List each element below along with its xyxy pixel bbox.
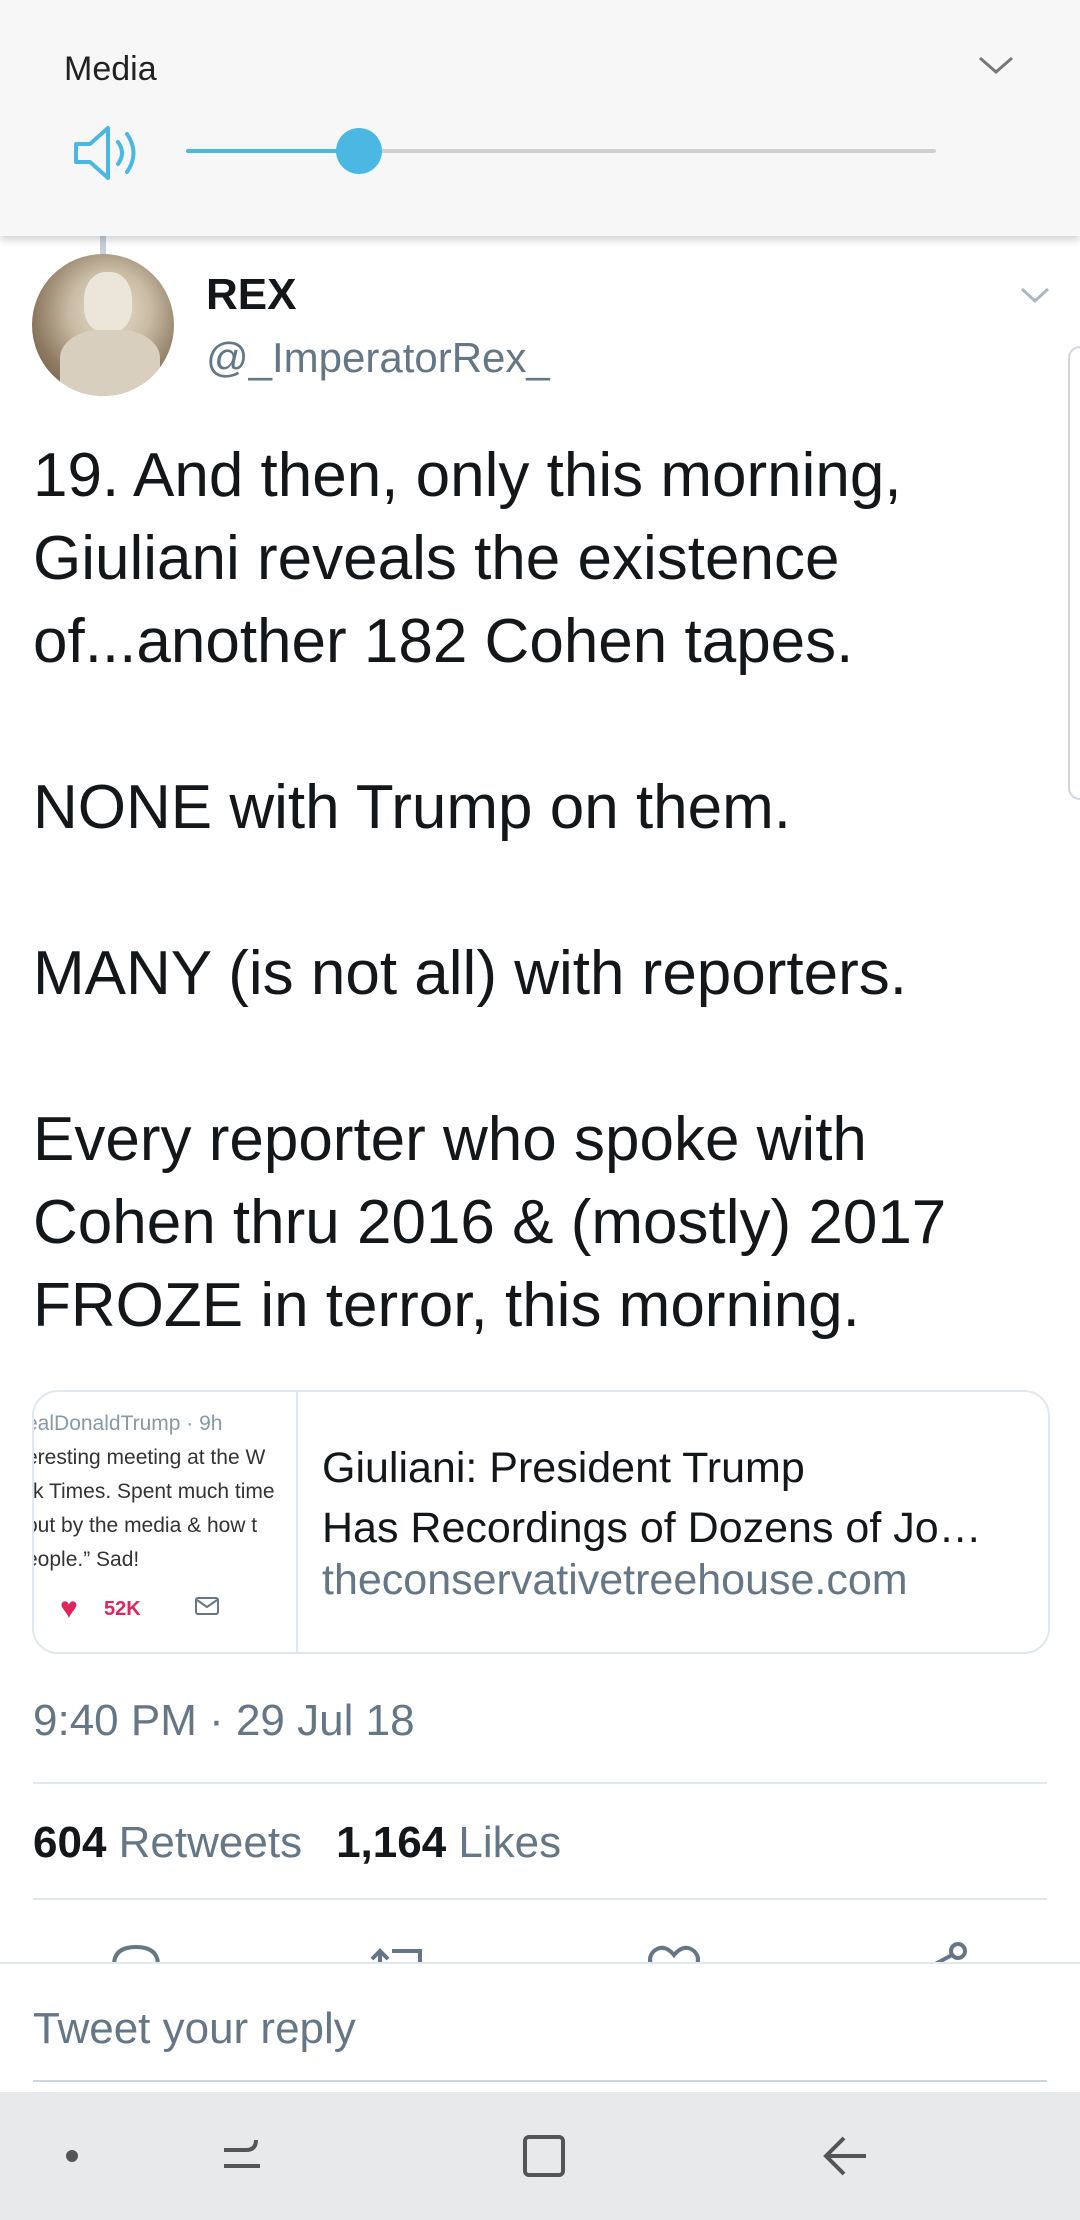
tweet-timestamp: 9:40 PM · 29 Jul 18	[33, 1696, 415, 1745]
mail-icon	[195, 1597, 219, 1615]
edge-panel-handle[interactable]	[1068, 346, 1080, 800]
thread-connector-line	[100, 236, 106, 254]
retweets-stat[interactable]: 604 Retweets	[33, 1818, 302, 1867]
volume-slider-thumb[interactable]	[335, 128, 382, 174]
heart-icon: ♥	[60, 1592, 78, 1625]
chevron-down-icon[interactable]	[976, 50, 1016, 80]
link-card-domain: theconservativetreehouse.com	[322, 1556, 908, 1604]
dot-icon[interactable]	[42, 2126, 102, 2186]
divider	[33, 1898, 1047, 1900]
thumbnail-text-line: eresting meeting at the W	[34, 1446, 266, 1469]
recent-apps-icon[interactable]	[212, 2126, 272, 2186]
share-icon[interactable]	[912, 1939, 972, 1963]
tweet-actions	[0, 1905, 1080, 1963]
media-volume-panel: Media	[0, 0, 1080, 236]
thumbnail-text-line: ealDonaldTrump · 9h	[34, 1412, 223, 1435]
reply-icon[interactable]	[106, 1939, 166, 1963]
back-icon[interactable]	[816, 2126, 876, 2186]
volume-slider-fill	[186, 149, 359, 153]
link-card-thumbnail: ealDonaldTrump · 9h eresting meeting at …	[34, 1392, 298, 1652]
reply-bar: Tweet your reply	[0, 1962, 1080, 2094]
retweet-icon[interactable]	[370, 1939, 430, 1963]
author-handle[interactable]: @_ImperatorRex_	[206, 334, 550, 382]
link-card-title: Giuliani: President Trump Has Recordings…	[322, 1444, 982, 1552]
thumbnail-text-line: out by the media & how t	[34, 1514, 258, 1537]
tweet-stats: 604 Retweets 1,164 Likes	[33, 1818, 561, 1868]
likes-stat[interactable]: 1,164 Likes	[336, 1818, 561, 1867]
thumbnail-text-line: eople.” Sad!	[34, 1548, 140, 1571]
tweet-menu-chevron-icon[interactable]	[1018, 284, 1052, 306]
author-display-name[interactable]: REX	[206, 270, 296, 320]
thumbnail-like-count: 52K	[104, 1598, 141, 1620]
speaker-icon[interactable]	[72, 120, 142, 186]
tweet-text: 19. And then, only this morning, Giulian…	[33, 441, 947, 1340]
thumbnail-text-line: rk Times. Spent much time	[34, 1480, 275, 1503]
volume-slider[interactable]	[186, 128, 936, 174]
volume-panel-title: Media	[64, 50, 157, 88]
like-heart-icon[interactable]	[644, 1939, 704, 1963]
link-preview-card[interactable]: ealDonaldTrump · 9h eresting meeting at …	[32, 1390, 1050, 1654]
home-icon[interactable]	[514, 2126, 574, 2186]
avatar[interactable]	[32, 254, 174, 396]
divider	[33, 1782, 1047, 1784]
reply-input[interactable]: Tweet your reply	[33, 2004, 356, 2054]
navigation-bar	[0, 2092, 1080, 2220]
reply-input-underline	[33, 2080, 1047, 2082]
